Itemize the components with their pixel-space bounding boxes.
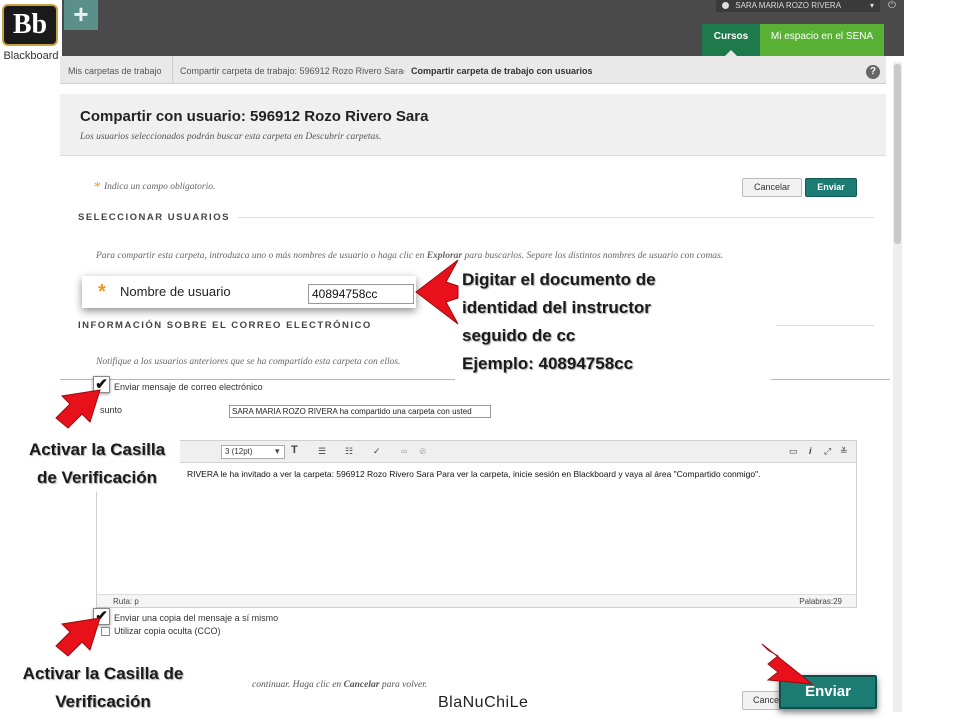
copy-self-label: Enviar una copia del mensaje a sí mismo [114, 613, 279, 623]
collapse-toolbar-icon[interactable]: ≚ [840, 446, 848, 457]
link-icon[interactable]: ∞ [401, 446, 407, 456]
breadcrumb-item-folders[interactable]: Mis carpetas de trabajo [68, 66, 162, 76]
section-title-email: INFORMACIÓN SOBRE EL CORREO ELECTRÓNICO [78, 320, 372, 331]
required-note-text: Indica un campo obligatorio. [104, 182, 216, 192]
callout-line: identidad del instructor [462, 298, 651, 317]
message-body[interactable]: RIVERA le ha invitado a ver la carpeta: … [187, 469, 760, 479]
note-line: Verificación [55, 692, 151, 711]
breadcrumb-item-current: Compartir carpeta de trabajo con usuario… [411, 66, 593, 76]
chevron-down-icon: ▾ [275, 446, 280, 456]
power-icon[interactable]: ⏻ [886, 0, 898, 12]
message-editor[interactable]: 3 (12pt) ▾ T ☰ ☷ ✓ ∞ ⊘ ▭ i ⤢ ≚ RIVERA le… [96, 440, 857, 608]
breadcrumb-item-share-folder[interactable]: Compartir carpeta de trabajo: 596912 Roz… [180, 66, 403, 76]
logo-mark: Bb [2, 4, 58, 46]
callout-line: Digitar el documento de [462, 270, 656, 289]
blackboard-logo[interactable]: Bb Blackboard [0, 0, 62, 66]
instruction-callout: Digitar el documento de identidad del in… [455, 264, 771, 380]
callout-line: Ejemplo: 40894758cc [462, 354, 634, 373]
callout-text: Digitar el documento de identidad del in… [462, 266, 656, 378]
required-note: * Indica un campo obligatorio. [94, 180, 215, 196]
tab-courses-label: Cursos [713, 31, 749, 42]
note-line: Activar la Casilla de [22, 664, 184, 683]
arrow-icon [761, 643, 814, 685]
users-instruction: Para compartir esta carpeta, introduzca … [96, 251, 723, 261]
page-header: Compartir con usuario: 596912 Rozo River… [60, 94, 886, 156]
callout-line: seguido de cc [462, 326, 576, 345]
required-star-icon: * [98, 281, 106, 303]
spellcheck-icon[interactable]: ✓ [373, 446, 381, 457]
username-label: Nombre de usuario [120, 284, 231, 299]
footer-instruction: continuar. Haga clic en Cancelar para vo… [252, 680, 427, 690]
chevron-down-icon: ▾ [869, 1, 874, 10]
arrow-icon [415, 259, 459, 325]
username-input[interactable] [308, 284, 414, 304]
bullet-list-icon[interactable]: ☰ [318, 446, 326, 457]
plus-icon[interactable]: + [64, 0, 98, 30]
page-subtitle: Los usuarios seleccionados podrán buscar… [80, 132, 382, 142]
user-name: SARA MARIA ROZO RIVERA [735, 1, 842, 10]
arrow-icon [55, 389, 101, 429]
cancel-link[interactable]: Cancelar [344, 680, 380, 690]
subject-input[interactable] [229, 405, 491, 418]
editor-path: Ruta: p [113, 597, 139, 606]
bcc-checkbox[interactable] [101, 627, 110, 636]
note-line: Activar la Casilla [28, 440, 166, 459]
checkbox-note-1: Activar la Casilla de Verificación [14, 436, 180, 492]
arrow-icon [55, 617, 101, 657]
tab-courses[interactable]: Cursos [702, 24, 760, 57]
help-icon[interactable]: ? [866, 65, 880, 79]
person-icon [722, 2, 729, 10]
send-email-label: Enviar mensaje de correo electrónico [114, 382, 263, 392]
word-count: Palabras:29 [799, 597, 842, 606]
email-instruction: Notifique a los usuarios anteriores que … [96, 357, 401, 367]
logo-word: Blackboard [3, 50, 59, 62]
bcc-label: Utilizar copia oculta (CCO) [114, 626, 221, 636]
users-instruction-pre: Para compartir esta carpeta, introduzca … [96, 251, 427, 261]
numbered-list-icon[interactable]: ☷ [345, 446, 353, 457]
cancel-button[interactable]: Cancelar [742, 178, 802, 197]
editor-status-bar: Ruta: p Palabras:29 [97, 594, 856, 607]
breadcrumb-chevron-icon: › [402, 66, 405, 76]
section-divider [776, 325, 874, 326]
breadcrumb-divider [172, 56, 173, 84]
note-line: de Verificación [37, 468, 157, 487]
checkbox-note-2: Activar la Casilla de Verificación [6, 660, 200, 716]
required-star-icon: * [94, 180, 101, 195]
cancel-button-bottom[interactable]: Cancelar [742, 691, 782, 710]
text-color-icon[interactable]: T [291, 444, 298, 456]
info-icon[interactable]: i [809, 446, 812, 456]
tab-my-space[interactable]: Mi espacio en el SENA [760, 24, 884, 56]
subject-label: sunto [100, 405, 123, 415]
fullscreen-icon[interactable]: ⤢ [824, 446, 831, 457]
breadcrumb: Mis carpetas de trabajo Compartir carpet… [60, 56, 886, 84]
submit-button[interactable]: Enviar [805, 178, 857, 197]
unlink-icon[interactable]: ⊘ [419, 446, 427, 457]
scrollbar-thumb[interactable] [894, 64, 901, 244]
section-title-users: SELECCIONAR USUARIOS [78, 212, 230, 223]
users-instruction-post: para buscarlos. Separe los distintos nom… [462, 251, 724, 261]
tab-my-space-label: Mi espacio en el SENA [770, 31, 874, 42]
preview-icon[interactable]: ▭ [789, 446, 798, 457]
footer-instruction-pre: continuar. Haga clic en [252, 680, 344, 690]
author-credit: BlaNuChiLe [438, 694, 529, 711]
editor-toolbar: 3 (12pt) ▾ T ☰ ☷ ✓ ∞ ⊘ ▭ i ⤢ ≚ [97, 441, 856, 463]
user-menu[interactable]: SARA MARIA ROZO RIVERA ▾ [716, 0, 880, 12]
section-divider [238, 217, 874, 218]
footer-instruction-post: para volver. [379, 680, 428, 690]
page-title: Compartir con usuario: 596912 Rozo River… [80, 108, 429, 125]
